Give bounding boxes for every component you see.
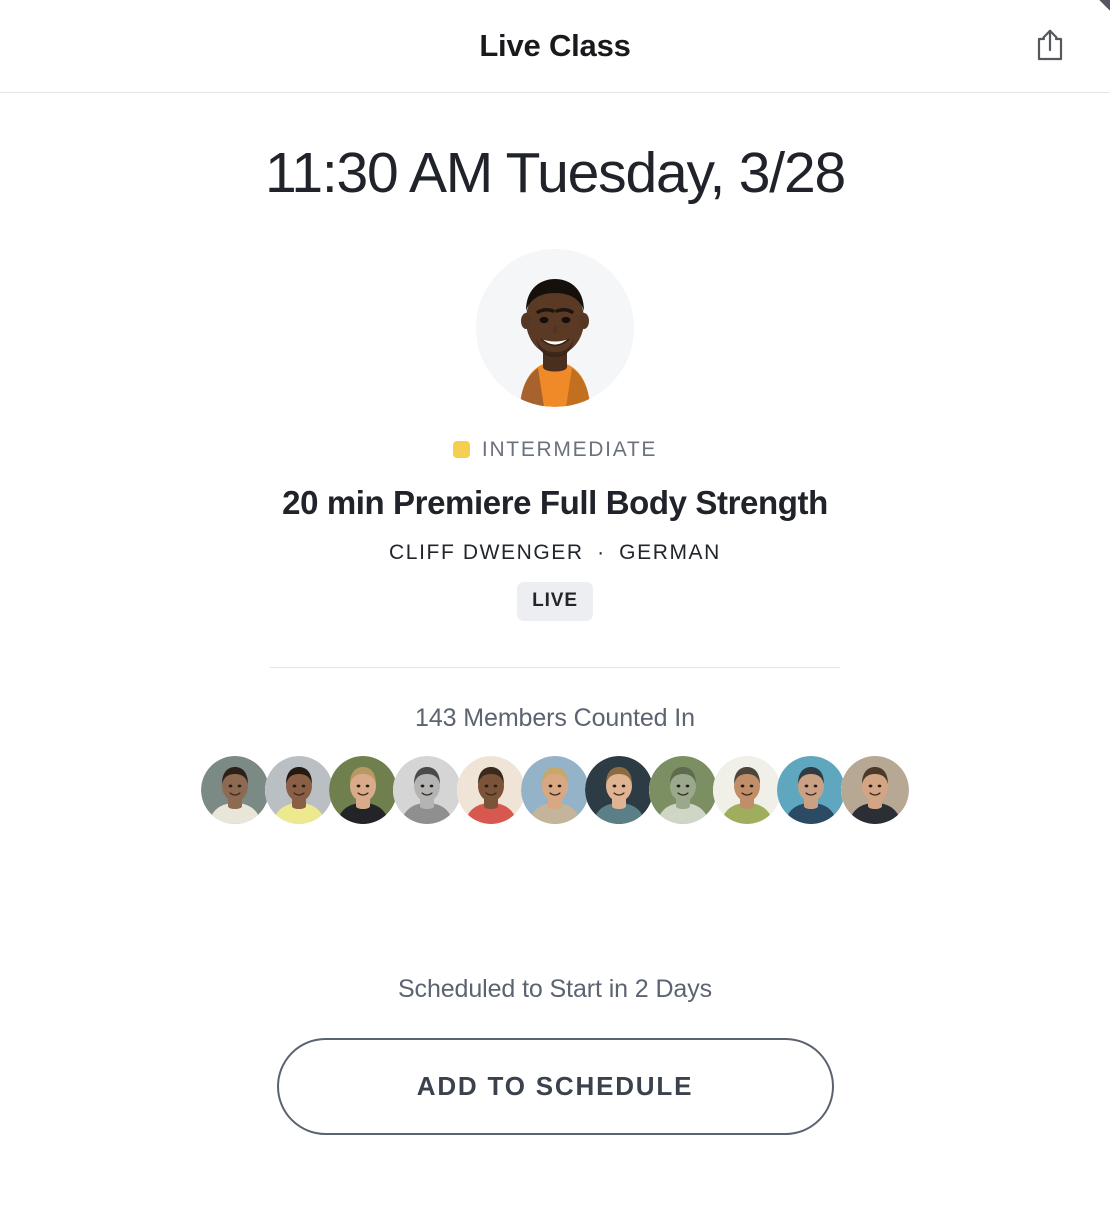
- member-avatar[interactable]: [777, 755, 845, 824]
- app-header: Live Class: [0, 0, 1110, 93]
- member-avatar[interactable]: [649, 755, 717, 824]
- page-title: Live Class: [479, 28, 631, 63]
- member-avatar[interactable]: [713, 755, 781, 824]
- instructor-avatar-container: [0, 248, 1110, 407]
- corner-artifact: [1096, 0, 1110, 14]
- member-avatar[interactable]: [457, 755, 525, 824]
- instructor-name: CLIFF DWENGER: [389, 540, 584, 564]
- difficulty-level-icon: [452, 441, 470, 459]
- section-divider: [270, 666, 840, 668]
- difficulty-row: INTERMEDIATE: [0, 438, 1110, 462]
- share-button[interactable]: [1028, 24, 1072, 68]
- member-avatar[interactable]: [201, 755, 269, 824]
- class-title: 20 min Premiere Full Body Strength: [282, 483, 828, 521]
- member-avatar[interactable]: [329, 755, 397, 824]
- class-datetime: 11:30 AM Tuesday, 3/28: [265, 141, 846, 205]
- class-language: GERMAN: [619, 540, 721, 564]
- instructor-avatar[interactable]: [476, 248, 634, 407]
- difficulty-label: INTERMEDIATE: [481, 437, 658, 461]
- member-avatar[interactable]: [393, 755, 461, 824]
- share-icon: [1035, 28, 1065, 65]
- cta-container: ADD TO SCHEDULE: [0, 1037, 1110, 1135]
- class-detail-content: 11:30 AM Tuesday, 3/28 INTERMEDIATE 20 m…: [0, 93, 1110, 1135]
- members-avatar-strip: [0, 755, 1110, 824]
- class-meta: CLIFF DWENGER · GERMAN: [0, 541, 1110, 565]
- member-avatar[interactable]: [841, 755, 909, 824]
- member-avatar[interactable]: [521, 755, 589, 824]
- status-badge: LIVE: [517, 581, 593, 621]
- add-to-schedule-button[interactable]: ADD TO SCHEDULE: [276, 1037, 834, 1135]
- member-avatar[interactable]: [585, 755, 653, 824]
- meta-separator: ·: [597, 540, 606, 564]
- live-class-screen: Live Class 11:30 AM Tuesday, 3/28 INTERM…: [0, 0, 1110, 1216]
- schedule-status-label: Scheduled to Start in 2 Days: [397, 974, 713, 1003]
- members-count-label: 143 Members Counted In: [415, 703, 695, 732]
- member-avatar[interactable]: [265, 755, 333, 824]
- live-badge-container: LIVE: [0, 581, 1110, 621]
